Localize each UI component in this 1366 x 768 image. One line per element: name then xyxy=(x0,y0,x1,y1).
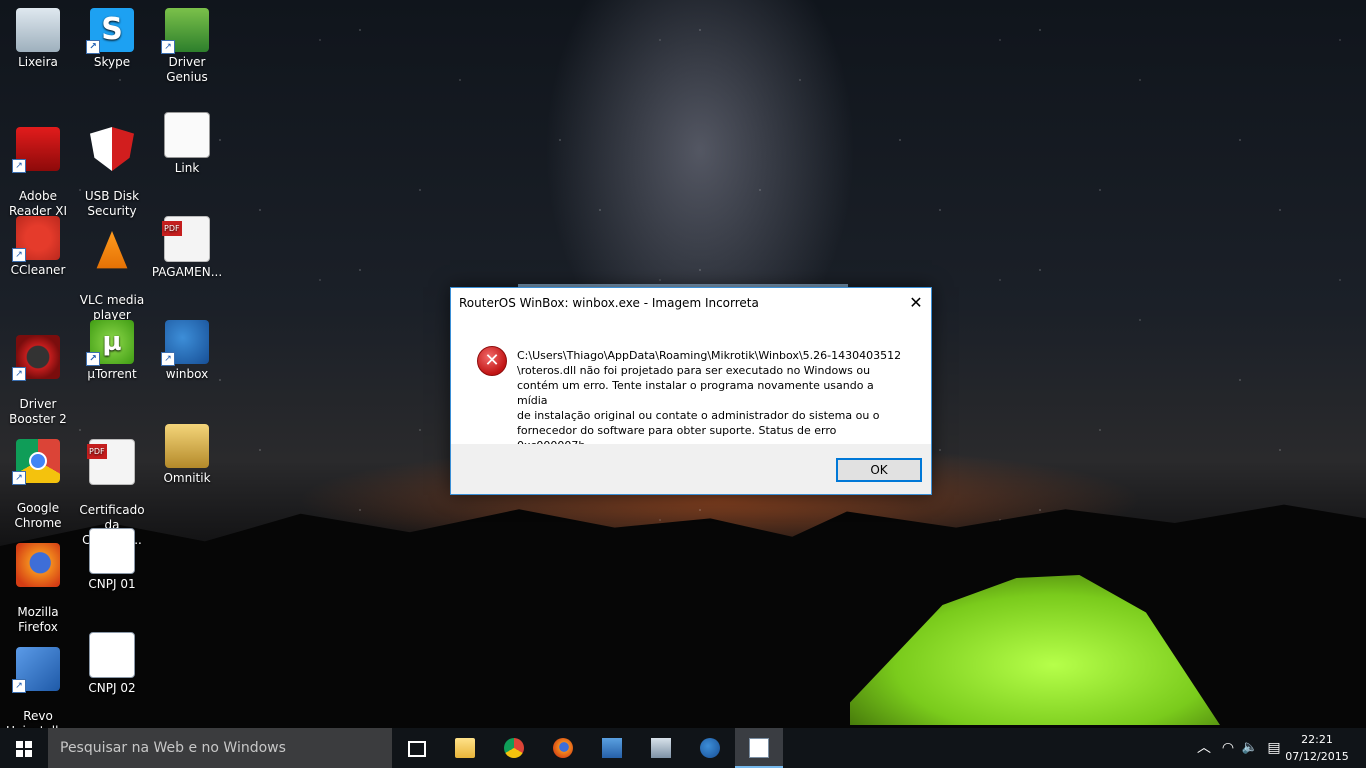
clock-time: 22:21 xyxy=(1301,733,1333,746)
adobe-reader-icon: ↗ xyxy=(12,127,60,173)
taskbar-app[interactable] xyxy=(588,728,636,768)
pdf-file-icon xyxy=(87,439,135,485)
image-app-icon xyxy=(651,738,671,758)
desktop-icon-label: CNPJ 02 xyxy=(88,681,136,695)
desktop-icon-label: Link xyxy=(174,161,200,175)
recycle-bin-icon xyxy=(16,8,60,52)
desktop-icon-label: Omnitik xyxy=(163,471,211,485)
app-icon xyxy=(602,738,622,758)
error-dialog: RouterOS WinBox: winbox.exe - Imagem Inc… xyxy=(450,287,932,495)
ok-button[interactable]: OK xyxy=(836,458,922,482)
desktop-icon-label: Driver Genius xyxy=(166,55,208,84)
taskbar-task-view[interactable] xyxy=(392,728,440,768)
dialog-footer: OK xyxy=(451,444,931,494)
error-message: C:\Users\Thiago\AppData\Roaming\Mikrotik… xyxy=(517,349,902,452)
desktop-icon-label: PAGAMEN... xyxy=(151,265,223,279)
chevron-up-icon[interactable]: ︿ xyxy=(1194,728,1214,768)
shortcut-arrow-icon: ↗ xyxy=(12,471,26,485)
shortcut-arrow-icon: ↗ xyxy=(161,352,175,366)
task-view-icon xyxy=(408,741,426,757)
desktop-icon-label: winbox xyxy=(165,367,209,381)
taskbar-firefox[interactable] xyxy=(539,728,587,768)
desktop-icon-lixeira[interactable]: Lixeira xyxy=(0,0,76,70)
revo-uninstaller-icon: ↗ xyxy=(12,647,60,693)
taskbar: Pesquisar na Web e no Windows ︿ ◠ 🔈 ▤ 22… xyxy=(0,728,1366,768)
text-file-icon xyxy=(164,112,210,158)
volume-icon[interactable]: 🔈 xyxy=(1240,728,1260,768)
dialog-titlebar[interactable]: RouterOS WinBox: winbox.exe - Imagem Inc… xyxy=(451,288,931,318)
dialog-body: ✕ C:\Users\Thiago\AppData\Roaming\Mikrot… xyxy=(451,318,931,452)
winbox-icon xyxy=(700,738,720,758)
desktop-icon-label: µTorrent xyxy=(87,367,137,381)
taskbar-document-app[interactable] xyxy=(735,728,783,768)
folder-icon xyxy=(165,424,209,468)
chrome-icon: ↗ xyxy=(12,439,60,485)
shortcut-arrow-icon: ↗ xyxy=(86,352,100,366)
desktop-icon-label: Skype xyxy=(93,55,131,69)
dialog-title: RouterOS WinBox: winbox.exe - Imagem Inc… xyxy=(459,296,759,310)
desktop-icon-driver-genius[interactable]: ↗ Driver Genius xyxy=(149,0,225,85)
document-thumbnail-icon xyxy=(89,528,135,574)
driver-booster-icon: ↗ xyxy=(12,335,60,381)
clock[interactable]: 22:21 07/12/2015 xyxy=(1282,731,1352,765)
desktop-icon-cnpj-01[interactable]: CNPJ 01 xyxy=(74,520,150,592)
skype-icon: S ↗ xyxy=(86,8,134,54)
desktop-icon-omnitik[interactable]: Omnitik xyxy=(149,416,225,486)
taskbar-winbox[interactable] xyxy=(686,728,734,768)
taskbar-file-explorer[interactable] xyxy=(441,728,489,768)
winbox-icon: ↗ xyxy=(161,320,209,366)
document-app-icon xyxy=(749,738,769,758)
notifications-icon[interactable]: ▤ xyxy=(1264,728,1284,768)
clock-date: 07/12/2015 xyxy=(1285,750,1349,763)
shortcut-arrow-icon: ↗ xyxy=(12,367,26,381)
desktop-icon-label: Lixeira xyxy=(18,55,58,69)
taskbar-image-app[interactable] xyxy=(637,728,685,768)
vlc-icon xyxy=(96,231,128,269)
desktop-icon-cnpj-02[interactable]: CNPJ 02 xyxy=(74,624,150,696)
windows-logo-icon xyxy=(16,741,32,757)
desktop-icon-skype[interactable]: S ↗ Skype xyxy=(74,0,150,70)
wifi-icon[interactable]: ◠ xyxy=(1218,728,1238,768)
firefox-icon xyxy=(553,738,573,758)
usb-disk-security-icon xyxy=(90,127,134,171)
file-explorer-icon xyxy=(455,738,475,758)
close-icon: ✕ xyxy=(909,293,923,312)
desktop-icon-pagamento[interactable]: PAGAMEN... xyxy=(149,208,225,280)
shortcut-arrow-icon: ↗ xyxy=(12,159,26,173)
shortcut-arrow-icon: ↗ xyxy=(12,248,26,262)
desktop-icon-link[interactable]: Link xyxy=(149,104,225,176)
shortcut-arrow-icon: ↗ xyxy=(86,40,100,54)
close-button[interactable]: ✕ xyxy=(901,288,931,318)
shortcut-arrow-icon: ↗ xyxy=(12,679,26,693)
desktop-icon-winbox[interactable]: ↗ winbox xyxy=(149,312,225,382)
document-thumbnail-icon xyxy=(89,632,135,678)
firefox-icon xyxy=(16,543,60,587)
desktop-icon-ccleaner[interactable]: ↗ CCleaner xyxy=(0,208,76,278)
utorrent-icon: µ ↗ xyxy=(86,320,134,366)
pdf-file-icon xyxy=(162,216,210,262)
ccleaner-icon: ↗ xyxy=(12,216,60,262)
desktop-icon-label: CNPJ 01 xyxy=(88,577,136,591)
start-button[interactable] xyxy=(0,728,48,768)
search-input[interactable]: Pesquisar na Web e no Windows xyxy=(48,728,392,768)
desktop-icon-utorrent[interactable]: µ ↗ µTorrent xyxy=(74,312,150,382)
error-icon: ✕ xyxy=(477,346,507,376)
desktop-icon-label: CCleaner xyxy=(10,263,66,277)
taskbar-chrome[interactable] xyxy=(490,728,538,768)
driver-genius-icon: ↗ xyxy=(161,8,209,54)
chrome-icon xyxy=(504,738,524,758)
shortcut-arrow-icon: ↗ xyxy=(161,40,175,54)
